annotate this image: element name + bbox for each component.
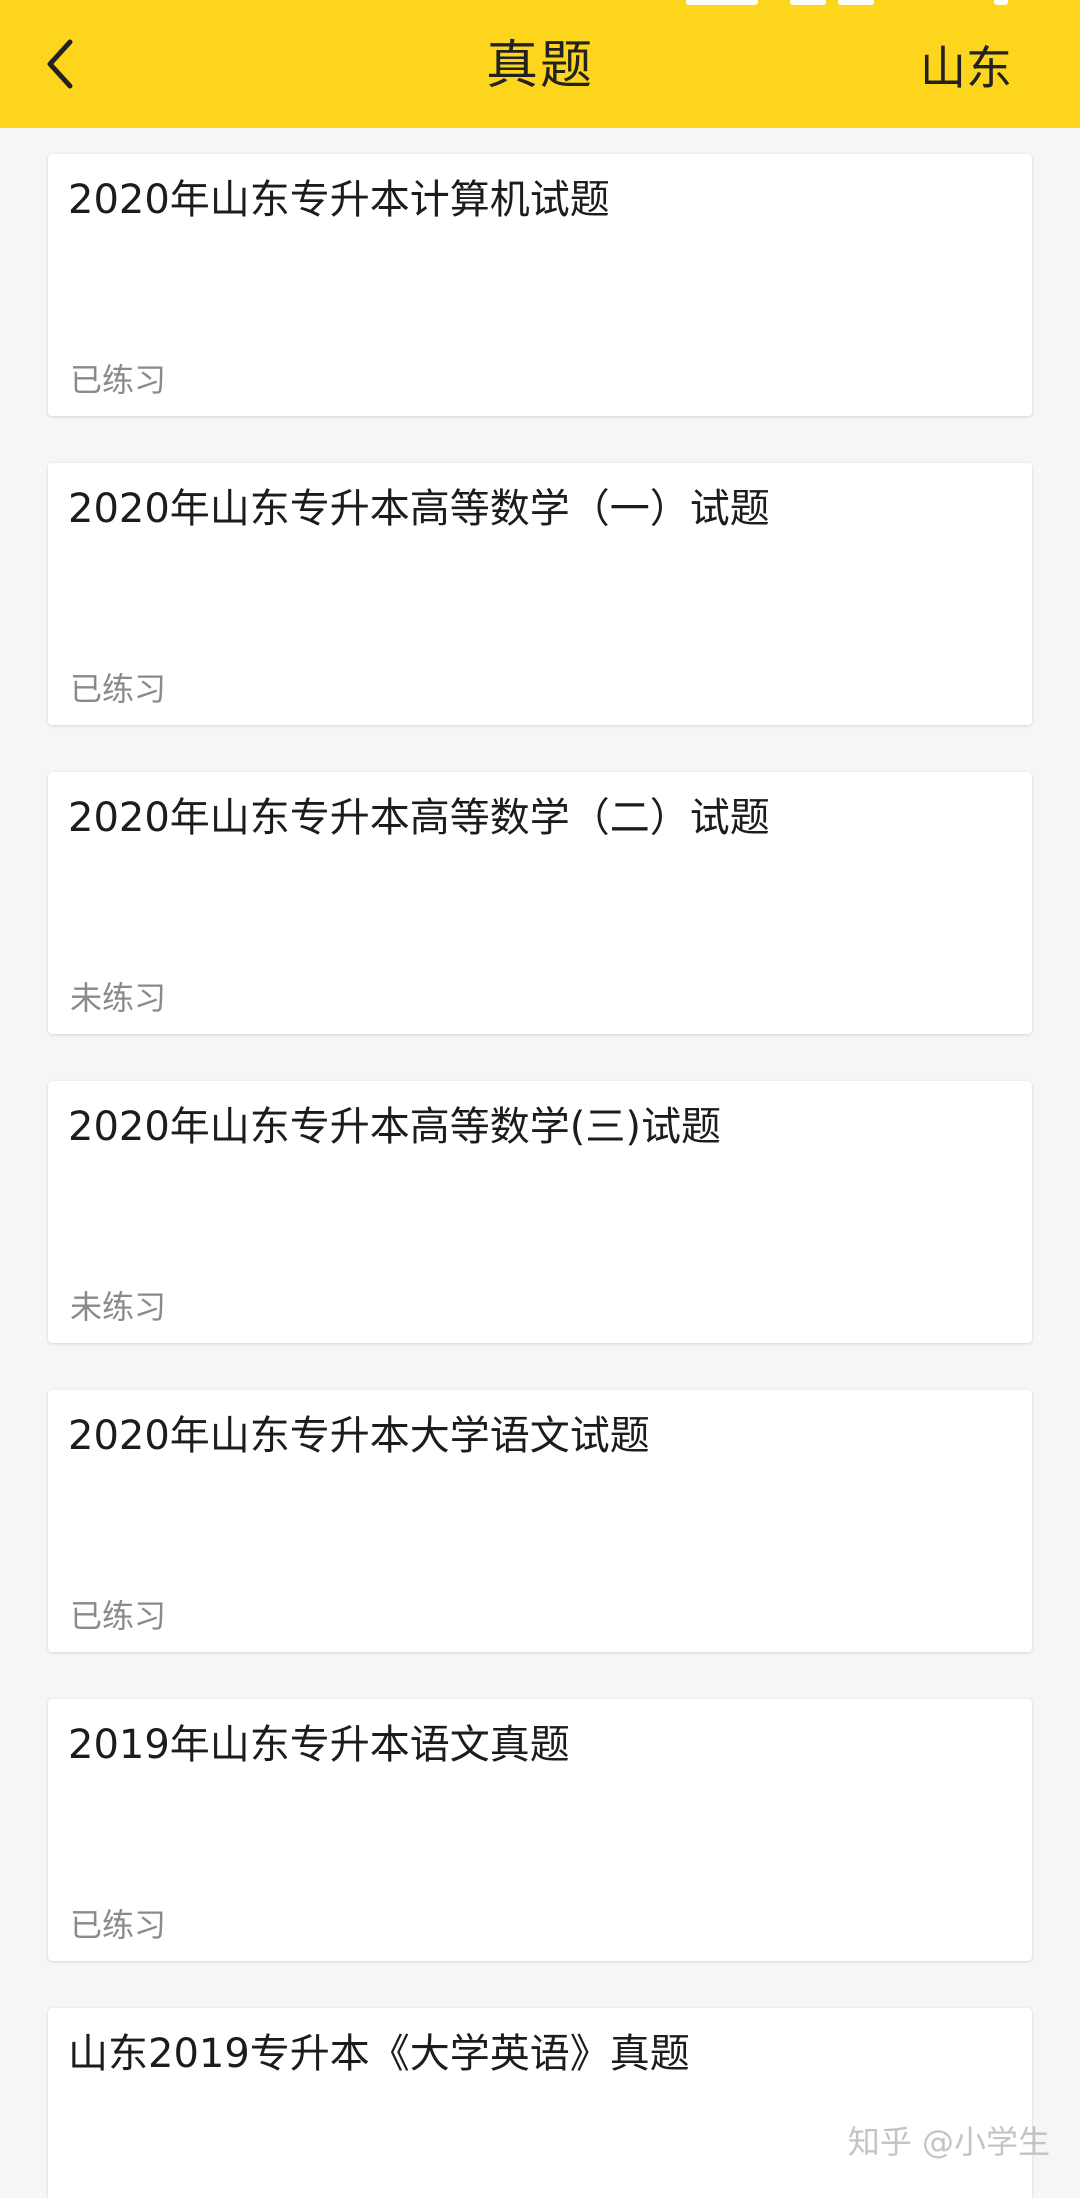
paper-title: 2020年山东专升本高等数学(三)试题 bbox=[68, 1104, 722, 1150]
status-icon bbox=[994, 0, 1008, 5]
status-bar-fragment bbox=[0, 0, 1080, 8]
paper-card[interactable]: 2019年山东专升本语文真题 已练习 bbox=[48, 1699, 1032, 1961]
paper-title: 2020年山东专升本高等数学（一）试题 bbox=[68, 486, 770, 532]
practice-status: 已练习 bbox=[70, 1906, 167, 1944]
paper-title: 2020年山东专升本高等数学（二）试题 bbox=[68, 795, 770, 841]
paper-title: 2020年山东专升本大学语文试题 bbox=[68, 1413, 650, 1459]
paper-card[interactable]: 2020年山东专升本高等数学(三)试题 未练习 bbox=[48, 1081, 1032, 1343]
paper-title: 2019年山东专升本语文真题 bbox=[68, 1722, 570, 1768]
app-header: 真题 山东 bbox=[0, 0, 1080, 128]
chevron-left-icon bbox=[47, 39, 73, 89]
practice-status: 已练习 bbox=[70, 361, 167, 399]
paper-card[interactable]: 2020年山东专升本计算机试题 已练习 bbox=[48, 154, 1032, 416]
status-icon bbox=[838, 0, 874, 5]
page-title: 真题 bbox=[485, 36, 594, 96]
region-selector[interactable]: 山东 bbox=[920, 40, 1012, 96]
paper-card[interactable]: 2020年山东专升本大学语文试题 已练习 bbox=[48, 1390, 1032, 1652]
status-icon bbox=[790, 0, 826, 5]
watermark: 知乎 @小学生 bbox=[847, 2123, 1050, 2161]
paper-title: 山东2019专升本《大学英语》真题 bbox=[68, 2031, 690, 2077]
practice-status: 未练习 bbox=[70, 979, 167, 1017]
paper-card[interactable]: 山东2019专升本《大学英语》真题 bbox=[48, 2008, 1032, 2198]
practice-status: 已练习 bbox=[70, 1597, 167, 1635]
practice-status: 未练习 bbox=[70, 1288, 167, 1326]
paper-title: 2020年山东专升本计算机试题 bbox=[68, 177, 610, 223]
paper-card[interactable]: 2020年山东专升本高等数学（一）试题 已练习 bbox=[48, 463, 1032, 725]
paper-card[interactable]: 2020年山东专升本高等数学（二）试题 未练习 bbox=[48, 772, 1032, 1034]
back-button[interactable] bbox=[30, 34, 90, 94]
status-icon bbox=[686, 0, 758, 5]
practice-status: 已练习 bbox=[70, 670, 167, 708]
